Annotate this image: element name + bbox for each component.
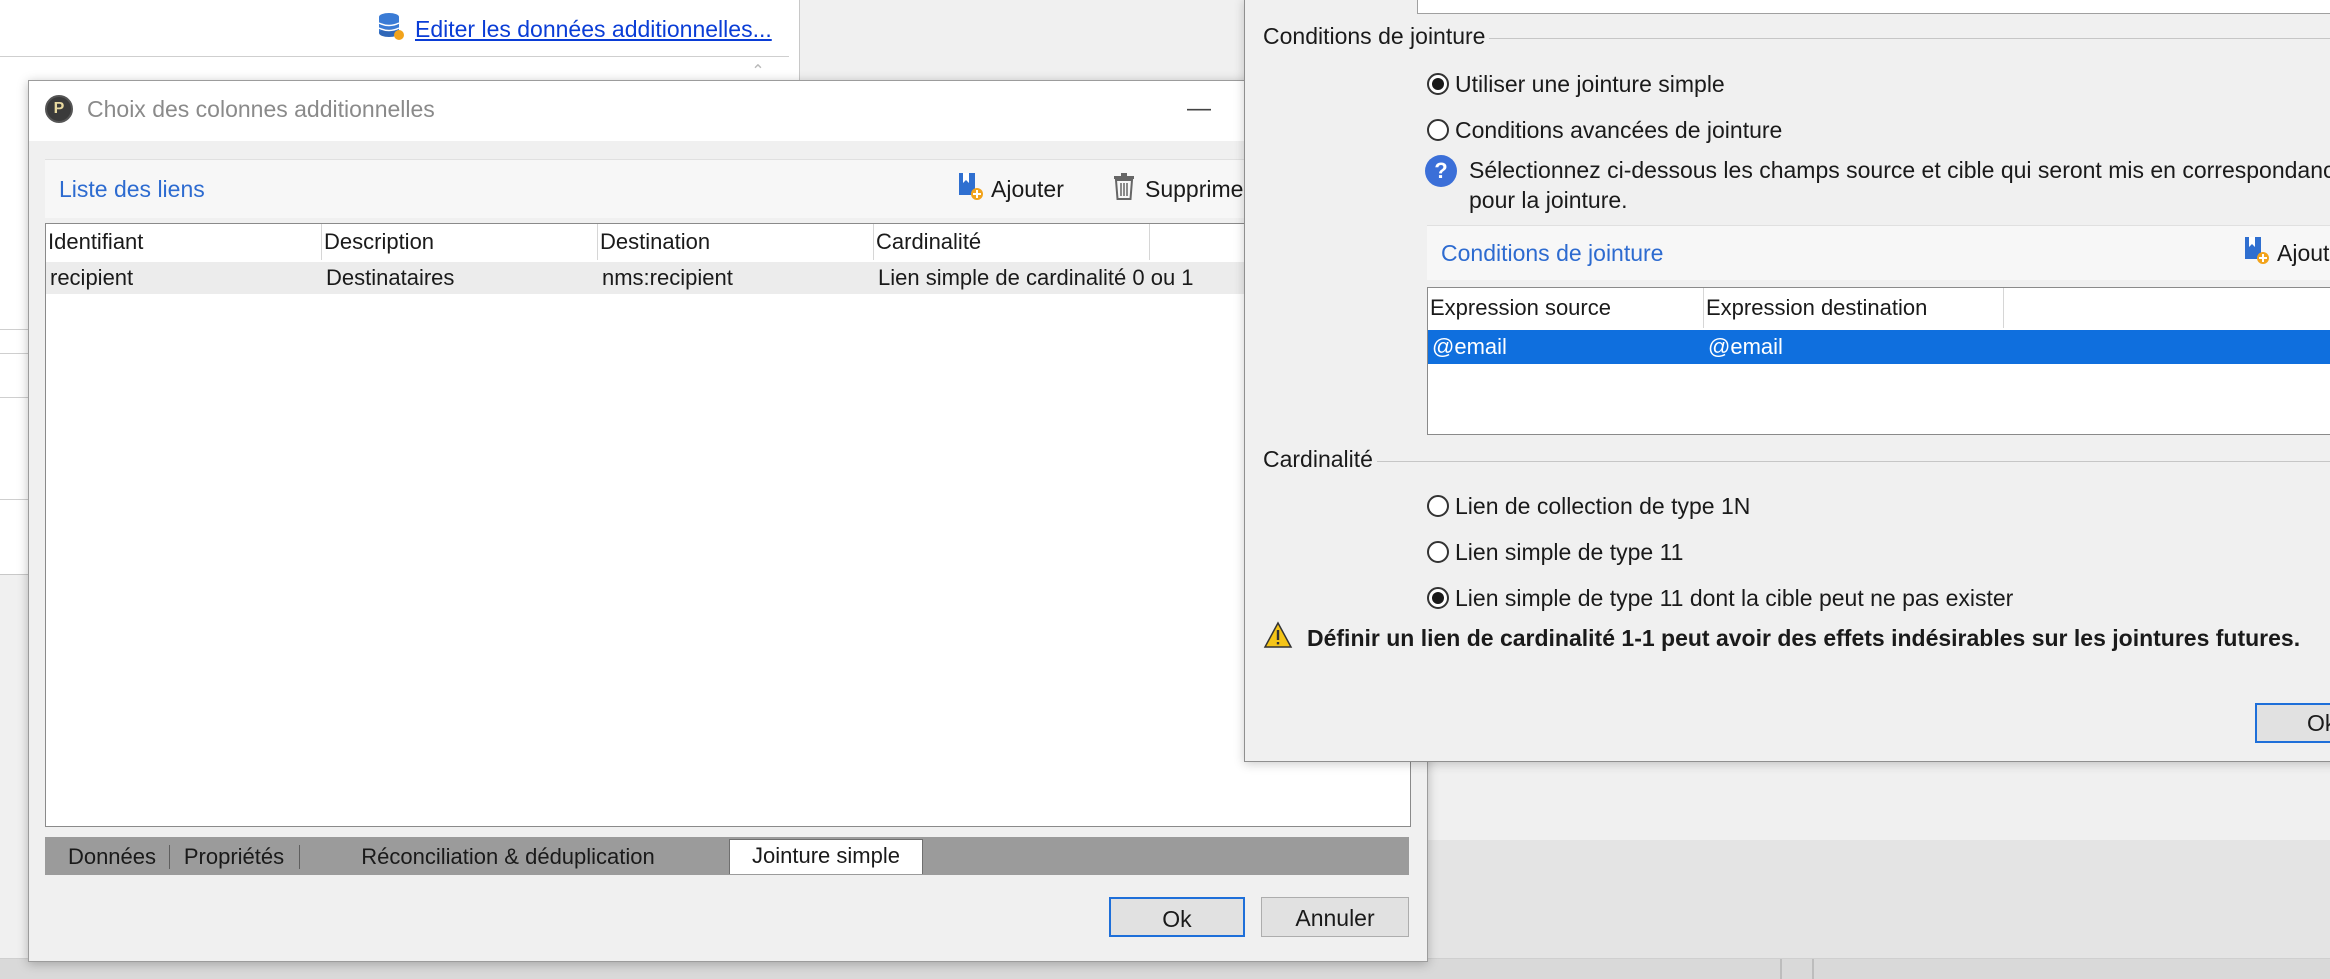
radio-simple-join[interactable]: Utiliser une jointure simple [1427,69,1725,99]
title-bar: P Choix des colonnes additionnelles — [29,81,1427,141]
divider [0,397,29,398]
divider [0,329,29,330]
tab-simple-join[interactable]: Jointure simple [729,839,923,874]
radio-button[interactable] [1427,495,1449,517]
conditions-title: Conditions de jointure [1441,240,1664,266]
warning-text: Définir un lien de cardinalité 1-1 peut … [1307,624,2301,651]
conditions-header: Conditions de jointure Ajouter [1427,225,2330,280]
cell-source-expression: @email [1432,334,1507,359]
conditions-table: Expression source Expression destination… [1427,287,2330,435]
links-table: Identifiant Description Destination Card… [45,223,1411,827]
divider [0,499,29,500]
tab-bar: Données Propriétés Réconciliation & dédu… [45,837,1409,875]
radio-collection-1n-label: Lien de collection de type 1N [1455,492,1751,519]
column-header-identifier[interactable]: Identifiant [46,224,322,260]
help-message: ? Sélectionnez ci-dessous les champs sou… [1425,155,2330,215]
edit-link-label: Editer les données additionnelles... [415,15,772,42]
radio-advanced-join[interactable]: Conditions avancées de jointure [1427,115,1782,145]
radio-simple-11-optional-label: Lien simple de type 11 dont la cible peu… [1455,584,2014,611]
delete-label: Supprimer [1145,175,1252,202]
join-settings-dialog: Conditions de jointure Utiliser une join… [1244,0,2330,762]
ok-button[interactable]: Ok [1109,897,1245,937]
divider [0,353,29,354]
column-header-description[interactable]: Description [322,224,598,260]
dialog-title: Choix des colonnes additionnelles [87,96,435,122]
cell-destination: nms:recipient [602,265,733,290]
join-ok-button[interactable]: Ok [2255,703,2330,743]
radio-collection-1n[interactable]: Lien de collection de type 1N [1427,491,1750,521]
cell-identifier: recipient [50,265,134,290]
radio-button[interactable] [1427,587,1449,609]
table-row[interactable]: @email @email [1428,330,2330,364]
radio-simple-11-label: Lien simple de type 11 [1455,538,1684,565]
column-header-destination-expression[interactable]: Expression destination [1704,288,2004,328]
top-field [1417,0,2330,14]
add-condition-button[interactable]: Ajouter [2243,234,2330,272]
app-logo-icon: P [45,95,73,123]
edit-additional-data-link[interactable]: Editer les données additionnelles... [377,11,772,47]
radio-simple-11[interactable]: Lien simple de type 11 [1427,537,1683,567]
table-row[interactable]: recipient Destinataires nms:recipient Li… [46,262,1410,294]
help-icon: ? [1425,155,1457,187]
divider [299,845,300,869]
radio-button[interactable] [1427,119,1449,141]
tab-properties[interactable]: Propriétés [173,841,295,873]
cardinality-group-title: Cardinalité [1263,446,1377,473]
divider [1812,959,1814,979]
add-condition-label: Ajouter [2277,239,2330,266]
trash-icon [1111,171,1137,207]
radio-simple-join-label: Utiliser une jointure simple [1455,70,1725,97]
links-list-title: Liste des liens [59,176,205,202]
delete-link-button[interactable]: Supprimer [1111,170,1251,208]
add-icon [2243,235,2269,271]
radio-button[interactable] [1427,73,1449,95]
add-icon [957,171,983,207]
warning-icon [1263,621,1293,655]
radio-simple-11-optional[interactable]: Lien simple de type 11 dont la cible peu… [1427,583,2013,613]
links-list-header: Liste des liens Ajouter Supprimer [45,159,1409,218]
column-header-source-expression[interactable]: Expression source [1428,288,1704,328]
radio-advanced-join-label: Conditions avancées de jointure [1455,116,1783,143]
divider [169,845,170,869]
column-header-destination[interactable]: Destination [598,224,874,260]
database-icon [377,11,405,47]
cardinality-warning: Définir un lien de cardinalité 1-1 peut … [1263,621,2300,655]
background-pane [1280,840,2330,960]
divider [1263,461,2330,462]
add-link-button[interactable]: Ajouter [957,170,1064,208]
cancel-button[interactable]: Annuler [1261,897,1409,937]
join-conditions-group-title: Conditions de jointure [1263,23,1490,50]
help-text: Sélectionnez ci-dessous les champs sourc… [1469,157,2330,213]
column-header-cardinality[interactable]: Cardinalité [874,224,1150,260]
cell-destination-expression: @email [1708,334,1783,359]
tab-data[interactable]: Données [59,841,165,873]
minimize-button[interactable]: — [1179,91,1219,131]
additional-columns-dialog: P Choix des colonnes additionnelles — Li… [28,80,1428,962]
divider [1780,959,1782,979]
cell-description: Destinataires [326,265,455,290]
tab-reconciliation[interactable]: Réconciliation & déduplication [303,841,713,873]
add-label: Ajouter [991,175,1064,202]
radio-button[interactable] [1427,541,1449,563]
divider [0,56,789,57]
